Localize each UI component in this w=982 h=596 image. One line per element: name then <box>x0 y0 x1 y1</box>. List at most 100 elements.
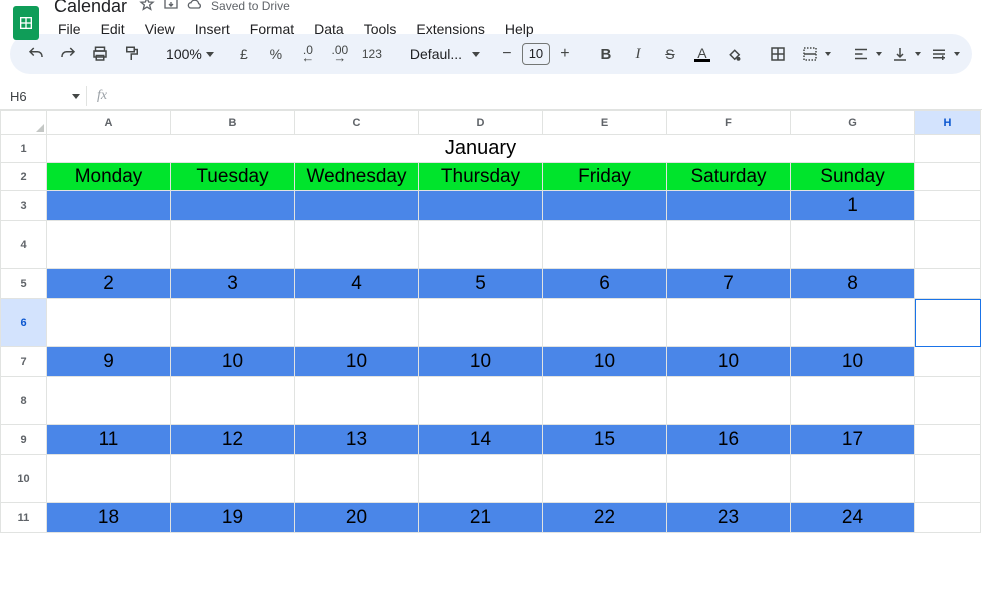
row-header-6[interactable]: 6 <box>1 299 47 347</box>
cell[interactable] <box>295 299 419 347</box>
cell[interactable]: 10 <box>419 347 543 377</box>
cell[interactable] <box>295 455 419 503</box>
row-header-11[interactable]: 11 <box>1 503 47 533</box>
cell[interactable]: Friday <box>543 163 667 191</box>
merge-cells-button[interactable] <box>796 40 831 68</box>
cell[interactable] <box>915 163 981 191</box>
more-toolbar-button[interactable] <box>925 40 960 68</box>
cell[interactable]: 8 <box>791 269 915 299</box>
star-icon[interactable] <box>139 0 155 17</box>
bold-button[interactable]: B <box>592 40 620 68</box>
cloud-saved-icon[interactable] <box>187 0 203 17</box>
row-header-7[interactable]: 7 <box>1 347 47 377</box>
cell[interactable]: 21 <box>419 503 543 533</box>
row-header-8[interactable]: 8 <box>1 377 47 425</box>
cell[interactable]: 1 <box>791 191 915 221</box>
cell[interactable]: Thursday <box>419 163 543 191</box>
column-header-D[interactable]: D <box>419 111 543 135</box>
cell[interactable] <box>791 299 915 347</box>
increase-decimal-button[interactable]: .00→ <box>326 40 354 68</box>
column-header-E[interactable]: E <box>543 111 667 135</box>
cell[interactable]: 10 <box>295 347 419 377</box>
row-header-10[interactable]: 10 <box>1 455 47 503</box>
cell[interactable] <box>543 221 667 269</box>
cell[interactable] <box>915 455 981 503</box>
cell[interactable]: 10 <box>171 347 295 377</box>
menu-tools[interactable]: Tools <box>356 19 405 39</box>
cell[interactable]: 4 <box>295 269 419 299</box>
cell[interactable] <box>295 191 419 221</box>
cell[interactable] <box>543 377 667 425</box>
cell[interactable] <box>419 221 543 269</box>
row-header-2[interactable]: 2 <box>1 163 47 191</box>
cell[interactable]: Monday <box>47 163 171 191</box>
cell[interactable]: 10 <box>667 347 791 377</box>
cell[interactable] <box>47 221 171 269</box>
cell[interactable] <box>543 455 667 503</box>
cell[interactable] <box>419 191 543 221</box>
cell[interactable]: 3 <box>171 269 295 299</box>
column-header-G[interactable]: G <box>791 111 915 135</box>
undo-button[interactable] <box>22 40 50 68</box>
row-header-3[interactable]: 3 <box>1 191 47 221</box>
column-header-A[interactable]: A <box>47 111 171 135</box>
cell[interactable]: 10 <box>543 347 667 377</box>
cell[interactable]: Saturday <box>667 163 791 191</box>
cell[interactable] <box>47 299 171 347</box>
cell[interactable] <box>915 135 981 163</box>
menu-extensions[interactable]: Extensions <box>408 19 492 39</box>
format-currency-button[interactable]: £ <box>230 40 258 68</box>
menu-edit[interactable]: Edit <box>93 19 133 39</box>
paint-format-button[interactable] <box>118 40 146 68</box>
cell[interactable] <box>47 377 171 425</box>
menu-data[interactable]: Data <box>306 19 352 39</box>
row-header-9[interactable]: 9 <box>1 425 47 455</box>
cell[interactable]: 23 <box>667 503 791 533</box>
cell[interactable] <box>295 221 419 269</box>
fill-color-button[interactable] <box>720 40 748 68</box>
zoom-dropdown[interactable]: 100% <box>162 46 214 62</box>
cell[interactable] <box>419 455 543 503</box>
borders-button[interactable] <box>764 40 792 68</box>
cell[interactable] <box>915 425 981 455</box>
cell[interactable]: 20 <box>295 503 419 533</box>
cell[interactable]: 18 <box>47 503 171 533</box>
cell[interactable]: January <box>47 135 915 163</box>
text-color-button[interactable]: A <box>688 40 716 68</box>
cell[interactable]: 6 <box>543 269 667 299</box>
cell[interactable]: 16 <box>667 425 791 455</box>
cell[interactable] <box>47 455 171 503</box>
vertical-align-button[interactable] <box>886 40 921 68</box>
cell[interactable] <box>419 377 543 425</box>
cell[interactable]: 14 <box>419 425 543 455</box>
horizontal-align-button[interactable] <box>847 40 882 68</box>
format-percent-button[interactable]: % <box>262 40 290 68</box>
print-button[interactable] <box>86 40 114 68</box>
cell[interactable]: 10 <box>791 347 915 377</box>
cell[interactable] <box>667 377 791 425</box>
cell[interactable] <box>791 455 915 503</box>
menu-view[interactable]: View <box>137 19 183 39</box>
cell[interactable]: 9 <box>47 347 171 377</box>
name-box[interactable]: H6 <box>0 89 86 104</box>
more-formats-button[interactable]: 123 <box>358 40 386 68</box>
menu-file[interactable]: File <box>50 19 89 39</box>
cell[interactable]: 5 <box>419 269 543 299</box>
spreadsheet-grid[interactable]: ABCDEFGH1January2MondayTuesdayWednesdayT… <box>0 110 982 533</box>
cell[interactable] <box>543 299 667 347</box>
cell[interactable]: Sunday <box>791 163 915 191</box>
column-header-B[interactable]: B <box>171 111 295 135</box>
italic-button[interactable]: I <box>624 40 652 68</box>
cell[interactable] <box>915 377 981 425</box>
cell[interactable] <box>47 191 171 221</box>
cell[interactable]: 24 <box>791 503 915 533</box>
cell[interactable] <box>543 191 667 221</box>
save-state-text[interactable]: Saved to Drive <box>211 0 290 13</box>
cell[interactable]: 7 <box>667 269 791 299</box>
cell[interactable] <box>667 191 791 221</box>
column-header-F[interactable]: F <box>667 111 791 135</box>
cell[interactable] <box>171 221 295 269</box>
increase-font-button[interactable]: + <box>554 43 576 65</box>
decrease-decimal-button[interactable]: .0← <box>294 40 322 68</box>
cell[interactable] <box>791 377 915 425</box>
